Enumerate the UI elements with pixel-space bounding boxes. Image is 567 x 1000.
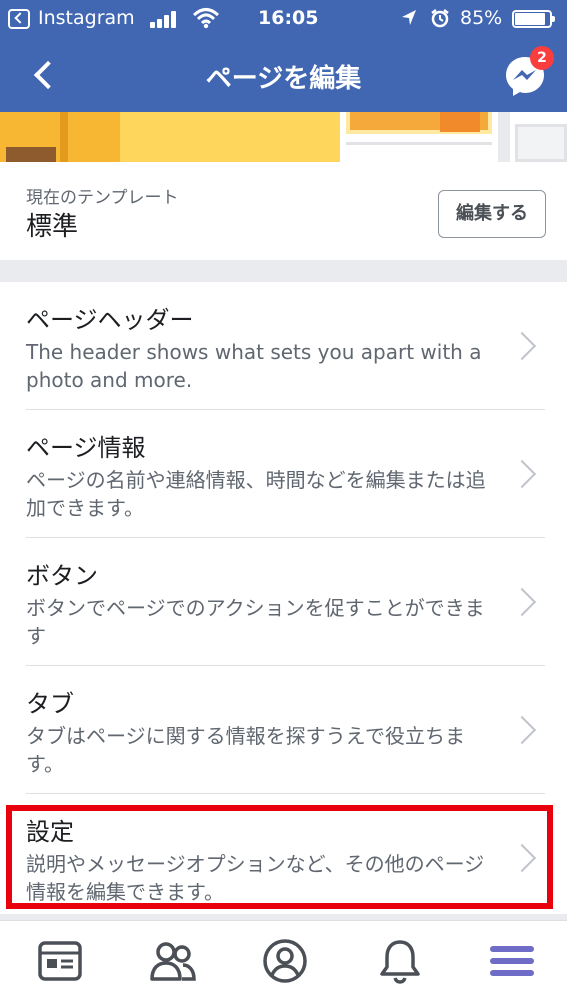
menu-item-page-header[interactable]: ページヘッダー The header shows what sets you a… <box>0 282 567 410</box>
page-title: ページを編集 <box>205 64 362 94</box>
nav-bar: ページを編集 2 <box>0 38 567 112</box>
friends-icon[interactable] <box>149 937 197 985</box>
menu-item-title: ページ情報 <box>26 434 146 462</box>
menu-item-title: タブ <box>26 690 74 718</box>
menu-item-title: ボタン <box>26 562 98 590</box>
menu-item-description: ボタンでページでのアクションを促すことができます <box>26 596 485 648</box>
signal-icon <box>150 10 182 28</box>
menu-item-title: ページヘッダー <box>26 306 194 334</box>
cover-photo <box>0 112 567 162</box>
chevron-right-icon <box>507 587 537 617</box>
bottom-tab-bar <box>0 920 567 1000</box>
menu-item-description: The header shows what sets you apart wit… <box>26 340 482 392</box>
wifi-icon <box>192 8 220 29</box>
menu-item-settings[interactable]: 設定 説明やメッセージオプションなど、その他のページ情報を編集できます。 <box>0 794 567 922</box>
chevron-right-icon <box>507 715 537 745</box>
template-section: 現在のテンプレート 標準 編集する <box>0 162 567 260</box>
menu-item-tabs[interactable]: タブ タブはページに関する情報を探すうえで役立ちます。 <box>0 666 567 794</box>
alarm-icon <box>431 9 449 28</box>
menu-item-page-info[interactable]: ページ情報 ページの名前や連絡情報、時間などを編集または追加できます。 <box>0 410 567 538</box>
menu-item-title: 設定 <box>26 818 74 846</box>
profile-icon[interactable] <box>261 937 309 985</box>
edit-menu-list: ページヘッダー The header shows what sets you a… <box>0 282 567 914</box>
back-to-app-icon[interactable] <box>8 9 30 29</box>
template-value: 標準 <box>26 212 79 242</box>
menu-item-description: ページの名前や連絡情報、時間などを編集または追加できます。 <box>26 468 486 520</box>
news-feed-icon[interactable] <box>36 937 84 985</box>
location-icon <box>402 10 416 25</box>
menu-item-description: 説明やメッセージオプションなど、その他のページ情報を編集できます。 <box>26 852 485 904</box>
status-bar: Instagram 16:05 85% <box>0 0 567 38</box>
menu-icon[interactable] <box>488 937 536 985</box>
template-label: 現在のテンプレート <box>26 188 179 208</box>
battery-percent: 85% <box>460 7 503 29</box>
chevron-right-icon <box>507 331 537 361</box>
chevron-right-icon <box>507 843 537 873</box>
edit-template-button[interactable]: 編集する <box>438 190 546 238</box>
notifications-icon[interactable] <box>376 937 424 985</box>
messenger-badge: 2 <box>530 46 554 70</box>
menu-item-description: タブはページに関する情報を探すうえで役立ちます。 <box>26 724 465 776</box>
menu-item-buttons[interactable]: ボタン ボタンでページでのアクションを促すことができます <box>0 538 567 666</box>
back-to-app-label[interactable]: Instagram <box>38 7 135 29</box>
chevron-right-icon <box>507 459 537 489</box>
section-divider <box>0 260 567 282</box>
clock: 16:05 <box>258 7 319 29</box>
battery-icon <box>512 10 555 28</box>
